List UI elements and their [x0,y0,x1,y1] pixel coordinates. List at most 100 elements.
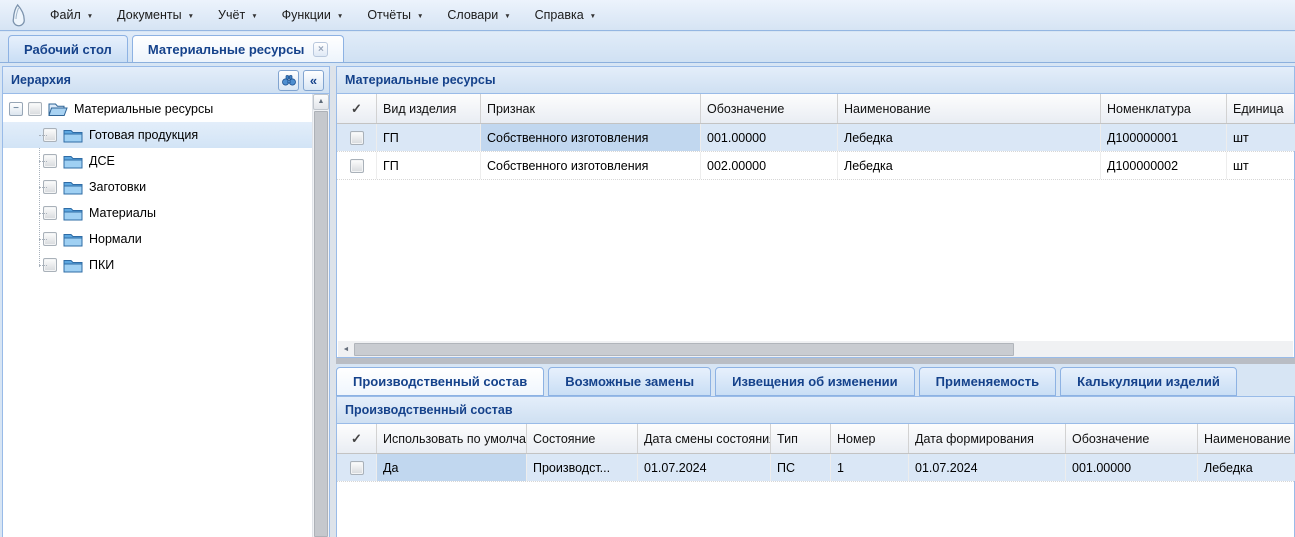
resources-panel-header: Материальные ресурсы [337,67,1294,94]
menu-item-reports[interactable]: Отчёты ▼ [355,3,435,27]
tree-item-materials[interactable]: Материалы [3,200,312,226]
tree-item-dse[interactable]: ДСЕ [3,148,312,174]
column-header-state-change-date[interactable]: Дата смены состояния [638,424,771,453]
grid-horizontal-scrollbar[interactable]: ◄ [338,341,1293,357]
tab-desktop[interactable]: Рабочий стол [8,35,128,62]
tree-checkbox[interactable] [43,128,57,142]
column-header-unit[interactable]: Единица [1227,94,1295,123]
menu-item-documents[interactable]: Документы ▼ [105,3,206,27]
find-button[interactable] [278,70,299,91]
tree-item-finished-products[interactable]: Готовая продукция [3,122,312,148]
row-checkbox[interactable] [350,131,364,145]
row-checkbox[interactable] [350,461,364,475]
table-row[interactable]: Да Производст... 01.07.2024 ПС 1 01.07.2… [337,454,1294,482]
cell-formation-date[interactable]: 01.07.2024 [909,454,1066,481]
close-icon[interactable]: × [313,42,328,57]
tree-checkbox[interactable] [43,232,57,246]
tree-item-blanks[interactable]: Заготовки [3,174,312,200]
column-header-nomenclature[interactable]: Номенклатура [1101,94,1227,123]
collapse-panel-button[interactable]: « [303,70,324,91]
cell-use-default[interactable]: Да [377,454,527,481]
panel-title: Иерархия [11,73,274,87]
hierarchy-panel-header: Иерархия « [3,67,329,94]
column-header-designation[interactable]: Обозначение [1066,424,1198,453]
column-header-name[interactable]: Наименование [1198,424,1295,453]
menu-item-label: Учёт [218,8,245,22]
menu-item-help[interactable]: Справка ▼ [523,3,608,27]
column-header-number[interactable]: Номер [831,424,909,453]
cell-nomenclature[interactable]: Д100000001 [1101,124,1227,151]
column-header-type[interactable]: Тип [771,424,831,453]
cell-name[interactable]: Лебедка [838,124,1101,151]
tree-item-label: Материалы [89,206,156,220]
tree-checkbox[interactable] [43,258,57,272]
binoculars-icon [282,75,296,86]
tab-material-resources[interactable]: Материальные ресурсы × [132,35,345,62]
cell-attribute[interactable]: Собственного изготовления [481,152,701,179]
menu-item-dictionaries[interactable]: Словари ▼ [435,3,522,27]
collapse-node-icon[interactable]: − [9,102,23,116]
tree-checkbox[interactable] [43,206,57,220]
tab-production-structure[interactable]: Производственный состав [336,367,544,396]
select-all-column-header[interactable]: ✓ [337,424,377,453]
scrollbar-thumb[interactable] [354,343,1014,356]
cell-product-type[interactable]: ГП [377,152,481,179]
tree-checkbox[interactable] [28,102,42,116]
column-header-product-type[interactable]: Вид изделия [377,94,481,123]
cell-unit[interactable]: шт [1227,152,1295,179]
scrollbar-thumb[interactable] [314,111,328,537]
tab-product-calculations[interactable]: Калькуляции изделий [1060,367,1237,396]
cell-designation[interactable]: 002.00000 [701,152,838,179]
tab-label: Возможные замены [565,374,694,389]
column-header-state[interactable]: Состояние [527,424,638,453]
tab-applicability[interactable]: Применяемость [919,367,1056,396]
cell-state-change-date[interactable]: 01.07.2024 [638,454,771,481]
cell-name[interactable]: Лебедка [1198,454,1295,481]
tab-possible-replacements[interactable]: Возможные замены [548,367,711,396]
cell-product-type[interactable]: ГП [377,124,481,151]
cell-name[interactable]: Лебедка [838,152,1101,179]
select-all-column-header[interactable]: ✓ [337,94,377,123]
tree-vertical-scrollbar[interactable]: ▲ [312,94,329,537]
panel-title: Производственный состав [345,403,1289,417]
tree-checkbox[interactable] [43,154,57,168]
table-row[interactable]: ГП Собственного изготовления 001.00000 Л… [337,124,1294,152]
cell-unit[interactable]: шт [1227,124,1295,151]
cell-type[interactable]: ПС [771,454,831,481]
tree-item-label: Нормали [89,232,142,246]
cell-number[interactable]: 1 [831,454,909,481]
table-row[interactable]: ГП Собственного изготовления 002.00000 Л… [337,152,1294,180]
menu-item-label: Отчёты [367,8,411,22]
column-header-formation-date[interactable]: Дата формирования [909,424,1066,453]
menu-item-accounting[interactable]: Учёт ▼ [206,3,270,27]
menu-item-label: Файл [50,8,81,22]
app-logo-icon [8,3,28,27]
scroll-up-icon[interactable]: ▲ [313,94,329,110]
row-checkbox[interactable] [350,159,364,173]
checkmark-icon: ✓ [351,101,362,117]
column-header-name[interactable]: Наименование [838,94,1101,123]
cell-designation[interactable]: 001.00000 [1066,454,1198,481]
cell-designation[interactable]: 001.00000 [701,124,838,151]
cell-attribute[interactable]: Собственного изготовления [481,124,701,151]
scroll-left-icon[interactable]: ◄ [338,346,354,353]
menu-item-file[interactable]: Файл ▼ [38,3,105,27]
cell-state[interactable]: Производст... [527,454,638,481]
menu-item-label: Документы [117,8,181,22]
tree-checkbox[interactable] [43,180,57,194]
tree-item-pki[interactable]: ПКИ [3,252,312,278]
menu-item-functions[interactable]: Функции ▼ [270,3,356,27]
column-header-designation[interactable]: Обозначение [701,94,838,123]
chevron-down-icon: ▼ [590,11,596,20]
chevron-down-icon: ▼ [337,11,343,20]
column-header-use-default[interactable]: Использовать по умолчанию [377,424,527,453]
column-header-attribute[interactable]: Признак [481,94,701,123]
cell-nomenclature[interactable]: Д100000002 [1101,152,1227,179]
tab-change-notices[interactable]: Извещения об изменении [715,367,915,396]
menu-bar: Файл ▼ Документы ▼ Учёт ▼ Функции ▼ Отчё… [0,0,1295,31]
folder-icon [63,258,83,273]
tree-item-root[interactable]: − Материальные ресурсы [3,96,312,122]
hierarchy-tree: − Материальные ресурсы Готовая продукция [3,94,312,537]
tree-item-normals[interactable]: Нормали [3,226,312,252]
tab-label: Производственный состав [353,374,527,389]
